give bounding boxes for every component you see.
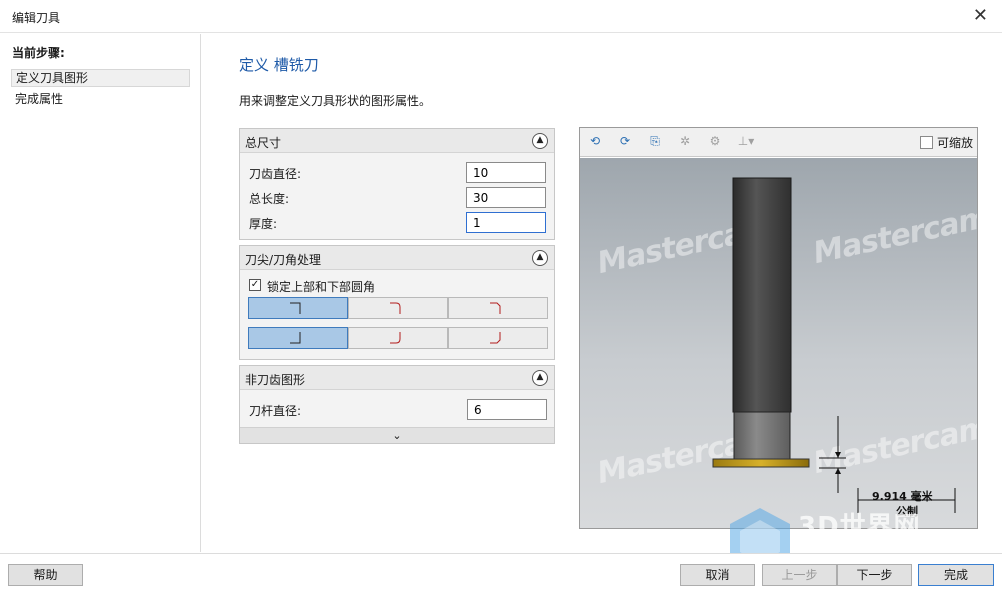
shank-diameter-label: 刀杆直径: bbox=[249, 404, 302, 418]
scalable-label: 可缩放 bbox=[937, 136, 974, 150]
rotate-right-icon[interactable]: ⟳ bbox=[616, 134, 634, 150]
bottom-chamfer-corner-icon bbox=[490, 332, 501, 344]
page-description: 用来调整定义刀具形状的图形属性。 bbox=[239, 94, 432, 108]
non-cutting-header: 非刀齿图形 ▲ bbox=[240, 366, 554, 390]
top-square-corner-icon bbox=[290, 302, 301, 314]
title-bar: 编辑刀具 ✕ bbox=[0, 0, 1002, 33]
bottom-corner-radius-button[interactable] bbox=[348, 327, 448, 349]
cutter-disc bbox=[712, 458, 810, 468]
tool-render-canvas[interactable]: Mastercam Mastercam Mastercam Mastercam bbox=[580, 158, 977, 528]
site-logo-text: 3D世界网 bbox=[798, 512, 921, 542]
finish-button[interactable]: 完成 bbox=[918, 564, 994, 586]
top-radius-corner-icon bbox=[390, 302, 401, 314]
help-button[interactable]: 帮助 bbox=[8, 564, 83, 586]
window-title: 编辑刀具 bbox=[12, 11, 61, 25]
steps-heading: 当前步骤: bbox=[12, 46, 65, 60]
bottom-radius-corner-icon bbox=[390, 332, 401, 344]
cutting-diameter-label: 刀齿直径: bbox=[249, 167, 302, 181]
top-chamfer-corner-icon bbox=[490, 302, 501, 314]
corner-treatment-header: 刀尖/刀角处理 ▲ bbox=[240, 246, 554, 270]
next-button[interactable]: 下一步 bbox=[837, 564, 912, 586]
wireframe-icon[interactable]: ✲ bbox=[676, 134, 694, 150]
thickness-label: 厚度: bbox=[249, 217, 278, 231]
expand-more-icon[interactable]: ⌄ bbox=[240, 427, 554, 443]
tool-preview-panel: ⟲ ⟳ ⎘ ✲ ⚙ ⊥▾ 可缩放 Mastercam Mastercam Mas… bbox=[579, 127, 978, 529]
top-corner-chamfer-button[interactable] bbox=[448, 297, 548, 319]
collapse-up-icon[interactable]: ▲ bbox=[532, 133, 548, 149]
overall-size-title: 总尺寸 bbox=[245, 136, 282, 150]
bottom-corner-chamfer-button[interactable] bbox=[448, 327, 548, 349]
back-button[interactable]: 上一步 bbox=[762, 564, 837, 586]
overall-length-label: 总长度: bbox=[249, 192, 290, 206]
overall-size-group: 总尺寸 ▲ 刀齿直径: 总长度: 厚度: bbox=[239, 128, 555, 240]
non-cutting-group: 非刀齿图形 ▲ 刀杆直径: ⌄ bbox=[239, 365, 555, 444]
rotate-left-icon[interactable]: ⟲ bbox=[586, 134, 604, 150]
thickness-input[interactable] bbox=[466, 212, 546, 233]
dialog-footer: 帮助 取消 上一步 下一步 完成 bbox=[0, 553, 1002, 592]
corner-treatment-group: 刀尖/刀角处理 ▲ ✓ 锁定上部和下部圆角 bbox=[239, 245, 555, 360]
tool-3d-model bbox=[712, 177, 956, 513]
preview-toolbar: ⟲ ⟳ ⎘ ✲ ⚙ ⊥▾ 可缩放 bbox=[580, 128, 977, 157]
step-finish-properties[interactable]: 完成属性 bbox=[11, 91, 190, 109]
top-corner-square-button[interactable] bbox=[248, 297, 348, 319]
bottom-corner-square-button[interactable] bbox=[248, 327, 348, 349]
overall-length-input[interactable] bbox=[466, 187, 546, 208]
steps-sidebar: 当前步骤: 定义刀具图形 完成属性 bbox=[0, 34, 201, 552]
cancel-button[interactable]: 取消 bbox=[680, 564, 755, 586]
close-icon[interactable]: ✕ bbox=[973, 5, 988, 26]
lock-corners-label: 锁定上部和下部圆角 bbox=[267, 280, 376, 294]
tool-orientation-icon[interactable]: ⊥▾ bbox=[732, 134, 760, 150]
collapse-up-icon[interactable]: ▲ bbox=[532, 370, 548, 386]
scalable-checkbox[interactable] bbox=[920, 136, 933, 149]
shank-diameter-input[interactable] bbox=[467, 399, 547, 420]
shaded-icon[interactable]: ⚙ bbox=[706, 134, 724, 150]
bottom-square-corner-icon bbox=[290, 332, 301, 344]
collapse-up-icon[interactable]: ▲ bbox=[532, 250, 548, 266]
corner-treatment-title: 刀尖/刀角处理 bbox=[245, 253, 322, 267]
top-corner-radius-button[interactable] bbox=[348, 297, 448, 319]
tool-neck bbox=[733, 411, 791, 461]
lock-corners-checkbox[interactable]: ✓ bbox=[249, 279, 261, 291]
cutting-diameter-input[interactable] bbox=[466, 162, 546, 183]
non-cutting-title: 非刀齿图形 bbox=[245, 373, 306, 387]
step-define-tool-geometry[interactable]: 定义刀具图形 bbox=[11, 69, 190, 87]
shank-body bbox=[732, 177, 792, 413]
reset-view-icon[interactable]: ⎘ bbox=[646, 134, 664, 150]
overall-size-header: 总尺寸 ▲ bbox=[240, 129, 554, 153]
page-title: 定义 槽铣刀 bbox=[239, 56, 319, 74]
